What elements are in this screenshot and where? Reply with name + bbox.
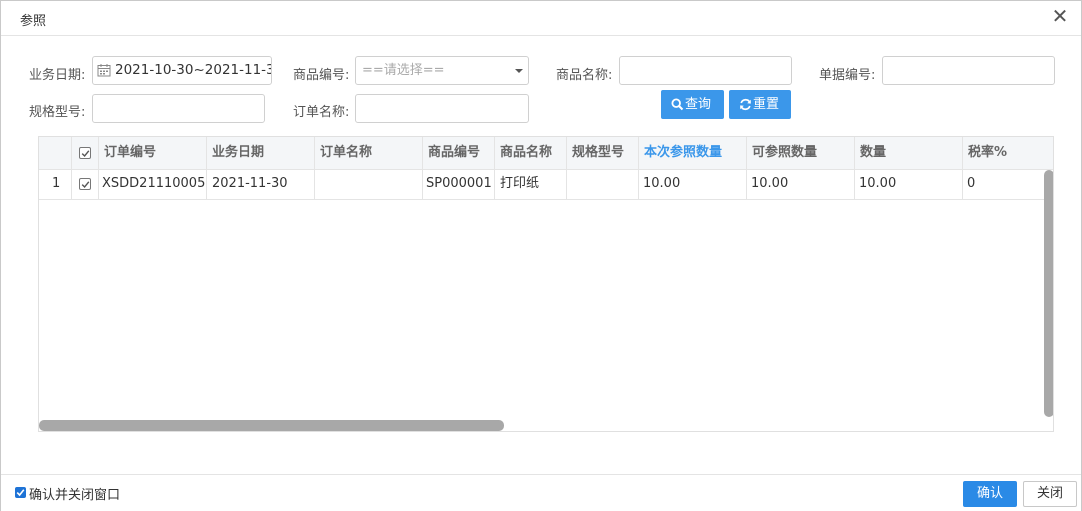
product-name-label: 商品名称: — [556, 68, 613, 83]
doc-no-label: 单据编号: — [819, 68, 876, 83]
cell-quantity: 10.00 — [855, 169, 963, 199]
confirm-button[interactable]: 确认 — [963, 481, 1017, 507]
spec-label: 规格型号: — [29, 105, 86, 120]
column-header-order-name[interactable]: 订单名称 — [315, 137, 423, 169]
cell-tax-rate: 0 — [967, 176, 976, 191]
product-code-placeholder: ==请选择== — [362, 63, 445, 78]
cell-order-no: XSDD21110005 — [99, 169, 207, 199]
dialog-footer: 确认并关闭窗口 确认 关闭 — [1, 474, 1081, 511]
select-all-header[interactable] — [72, 137, 99, 169]
query-button[interactable]: 查询 — [661, 90, 724, 119]
doc-no-input[interactable] — [882, 56, 1055, 85]
reference-grid: 订单编号 业务日期 订单名称 商品编号 商品名称 规格型号 本次参照数量 可参照… — [38, 136, 1054, 432]
vertical-scrollbar[interactable] — [1044, 170, 1053, 417]
reference-dialog: 参照 ✕ 业务日期: 2021-10-30~2021-11-30 商品编号: =… — [0, 0, 1082, 511]
search-icon — [671, 98, 684, 111]
column-header-spec[interactable]: 规格型号 — [567, 137, 639, 169]
reset-label: 重置 — [753, 97, 780, 112]
column-header-current-ref-qty[interactable]: 本次参照数量 — [639, 137, 747, 169]
row-checkbox[interactable] — [79, 178, 91, 190]
refresh-icon — [740, 98, 751, 111]
row-number-header — [39, 137, 72, 169]
column-header-quantity[interactable]: 数量 — [855, 137, 963, 169]
product-code-label: 商品编号: — [293, 68, 350, 83]
table-row[interactable]: 1 XSDD21110005 2021-11-30 SP000001 打印纸 1… — [39, 169, 1053, 200]
spec-input[interactable] — [92, 94, 265, 123]
row-select-cell[interactable] — [72, 169, 99, 199]
column-header-available-ref-qty[interactable]: 可参照数量 — [747, 137, 855, 169]
grid-header-row: 订单编号 业务日期 订单名称 商品编号 商品名称 规格型号 本次参照数量 可参照… — [39, 137, 1053, 170]
business-date-value: 2021-10-30~2021-11-30 — [115, 62, 272, 78]
cell-available-ref-qty: 10.00 — [747, 169, 855, 199]
reset-button[interactable]: 重置 — [729, 90, 791, 119]
checkmark-icon — [16, 489, 25, 497]
cell-business-date: 2021-11-30 — [207, 169, 315, 199]
row-index: 1 — [39, 169, 72, 199]
column-header-product-code[interactable]: 商品编号 — [423, 137, 495, 169]
checkmark-icon — [81, 150, 90, 158]
cell-current-ref-qty[interactable]: 10.00 — [639, 169, 747, 199]
cell-spec — [567, 169, 639, 199]
cell-product-name: 打印纸 — [495, 169, 567, 199]
cell-product-code: SP000001 — [423, 169, 495, 199]
confirm-close-checkbox[interactable] — [15, 487, 26, 498]
confirm-close-label[interactable]: 确认并关闭窗口 — [29, 484, 120, 503]
close-icon[interactable]: ✕ — [1049, 5, 1071, 27]
dialog-title: 参照 — [20, 14, 47, 29]
column-header-tax-rate[interactable]: 税率% — [963, 137, 1053, 169]
business-date-label: 业务日期: — [29, 68, 86, 83]
business-date-range-field[interactable]: 2021-10-30~2021-11-30 — [92, 56, 272, 85]
dialog-titlebar: 参照 ✕ — [1, 1, 1081, 36]
horizontal-scrollbar[interactable] — [39, 420, 504, 431]
dropdown-arrow-icon — [515, 69, 523, 73]
order-name-input[interactable] — [355, 94, 529, 123]
calendar-icon — [97, 64, 111, 77]
query-label: 查询 — [685, 97, 712, 112]
order-name-label: 订单名称: — [293, 105, 350, 120]
close-button[interactable]: 关闭 — [1023, 481, 1077, 507]
column-header-order-no[interactable]: 订单编号 — [99, 137, 207, 169]
column-header-product-name[interactable]: 商品名称 — [495, 137, 567, 169]
column-header-business-date[interactable]: 业务日期 — [207, 137, 315, 169]
cell-order-name — [315, 169, 423, 199]
select-all-checkbox[interactable] — [79, 147, 91, 159]
product-name-input[interactable] — [619, 56, 792, 85]
checkmark-icon — [81, 181, 90, 189]
product-code-select[interactable]: ==请选择== — [355, 56, 529, 85]
